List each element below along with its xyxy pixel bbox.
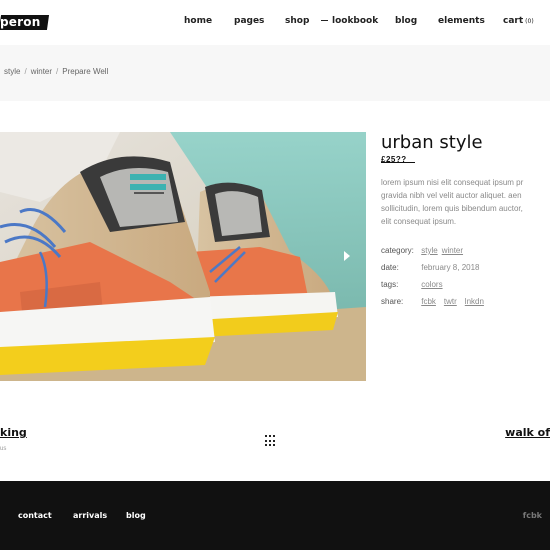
meta-category-row: category: style winter xyxy=(381,242,550,259)
nav-blog[interactable]: blog xyxy=(395,16,417,26)
breadcrumb-separator: / xyxy=(24,67,27,76)
description-line: elit consequat ipsum. xyxy=(381,217,457,226)
breadcrumb-current: Prepare Well xyxy=(62,67,109,76)
meta-share-row: share: fcbk twtr lnkdn xyxy=(381,293,550,310)
nav-lookbook-label: lookbook xyxy=(332,16,379,26)
active-dash-icon xyxy=(321,19,328,22)
breadcrumb-separator: / xyxy=(56,67,59,76)
nav-cart-label: cart xyxy=(503,16,524,26)
meta-tags-label: tags: xyxy=(381,280,399,289)
share-twitter-link[interactable]: twtr xyxy=(444,297,457,306)
prev-post-label: us xyxy=(0,446,7,452)
grid-dot xyxy=(269,444,271,447)
category-link-winter[interactable]: winter xyxy=(442,246,463,255)
description-line: sollicitudin, lorem quis bibendum auctor… xyxy=(381,204,523,213)
prev-post-title[interactable]: king xyxy=(0,426,27,439)
next-slide-arrow-icon[interactable] xyxy=(343,250,351,262)
meta-date-label: date: xyxy=(381,263,399,272)
grid-dot xyxy=(265,435,267,437)
meta-share-label: share: xyxy=(381,297,404,306)
site-footer: contact arrivals blog fcbk xyxy=(0,481,550,550)
grid-dot xyxy=(269,435,271,437)
grid-dot xyxy=(273,439,275,442)
nav-elements[interactable]: elements xyxy=(438,16,485,26)
site-logo[interactable]: peron xyxy=(0,15,50,30)
product-title: urban style xyxy=(381,132,483,153)
next-post-title[interactable]: walk of xyxy=(505,426,550,439)
tag-link-colors[interactable]: colors xyxy=(421,280,442,289)
description-line: lorem ipsum nisi elit consequat ipsum pr xyxy=(381,178,524,187)
share-facebook-link[interactable]: fcbk xyxy=(421,297,436,306)
nav-lookbook[interactable]: lookbook xyxy=(321,16,378,26)
breadcrumb: style / winter / Prepare Well xyxy=(4,67,108,76)
nav-shop[interactable]: shop xyxy=(285,16,309,26)
price-strikethrough: £25?? xyxy=(381,155,415,168)
product-image xyxy=(0,132,366,381)
meta-date-value: february 8, 2018 xyxy=(421,263,480,272)
breadcrumb-band: style / winter / Prepare Well xyxy=(0,45,550,101)
nav-pages[interactable]: pages xyxy=(234,16,264,26)
cart-count: (0) xyxy=(525,18,534,25)
grid-dot xyxy=(265,444,267,447)
footer-link-contact[interactable]: contact xyxy=(18,511,52,520)
product-meta: category: style winter date: february 8, … xyxy=(381,242,550,310)
product-description: lorem ipsum nisi elit consequat ipsum pr… xyxy=(381,176,550,228)
breadcrumb-item-winter[interactable]: winter xyxy=(31,67,52,76)
grid-dot xyxy=(273,444,275,447)
footer-link-blog[interactable]: blog xyxy=(126,511,146,520)
breadcrumb-item-style[interactable]: style xyxy=(4,67,20,76)
footer-link-arrivals[interactable]: arrivals xyxy=(73,511,107,520)
site-header: peron home pages shop lookbook blog elem… xyxy=(0,0,550,45)
logo-text: peron xyxy=(0,15,41,29)
meta-tags-row: tags: colors xyxy=(381,276,550,293)
price-struck-value: £25?? xyxy=(381,155,407,164)
nav-cart[interactable]: cart (0) xyxy=(503,16,534,26)
nav-home[interactable]: home xyxy=(184,16,212,26)
product-summary: urban style £25?? lorem ipsum nisi elit … xyxy=(381,132,550,310)
share-linkedin-link[interactable]: lnkdn xyxy=(465,297,484,306)
description-line: gravida nibh vel velit auctor aliquet. a… xyxy=(381,191,522,200)
grid-dot xyxy=(273,435,275,437)
grid-dot xyxy=(269,439,271,442)
sneakers-photo xyxy=(0,132,366,381)
footer-social-facebook[interactable]: fcbk xyxy=(523,511,542,520)
meta-category-label: category: xyxy=(381,246,414,255)
grid-icon[interactable] xyxy=(265,435,277,447)
category-link-style[interactable]: style xyxy=(421,246,437,255)
grid-dot xyxy=(265,439,267,442)
meta-date-row: date: february 8, 2018 xyxy=(381,259,550,276)
